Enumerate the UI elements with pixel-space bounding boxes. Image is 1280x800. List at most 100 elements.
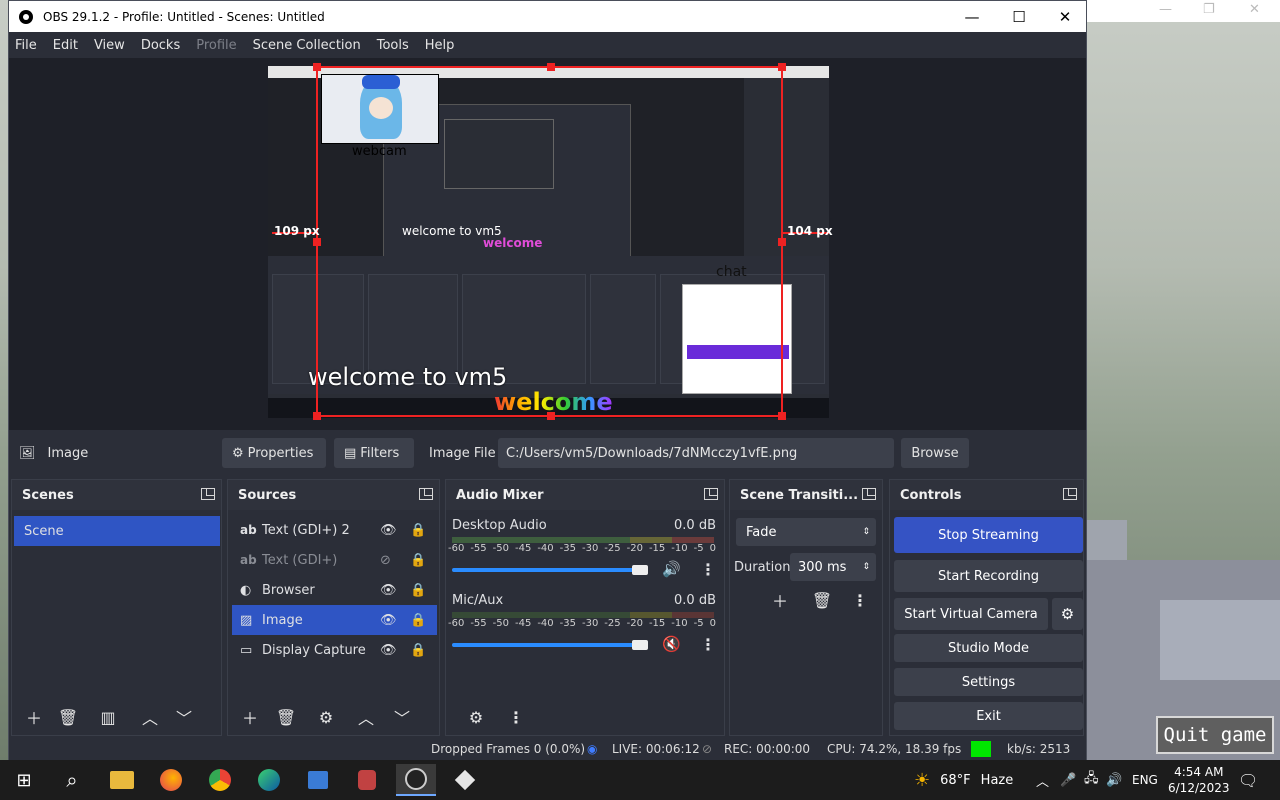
handle-right[interactable] [778,238,786,246]
scene-item[interactable]: Scene [14,516,220,546]
menu-docks[interactable]: Docks [141,38,180,53]
trash-icon[interactable]: 🗑 [272,704,300,730]
stop-streaming-button[interactable]: Stop Streaming [894,517,1083,553]
volume-slider-knob[interactable] [632,640,648,650]
float-icon[interactable] [419,488,433,500]
speaker-muted-icon[interactable]: 🔇 [662,635,681,653]
preview-area[interactable]: webcam chat welcome to vm5 welcome welco… [9,58,1086,430]
settings-button[interactable]: Settings [894,668,1083,696]
game-taskbar-icon[interactable] [445,764,485,796]
add-icon[interactable]: ＋ [766,587,794,613]
more-icon[interactable]: ⋮ [502,704,530,730]
gear-icon[interactable]: ⚙ [312,704,340,730]
firefox-icon[interactable] [151,764,191,796]
notification-icon[interactable]: 🗨 [1238,760,1258,800]
volume-slider[interactable] [452,568,644,572]
obs-taskbar-icon[interactable] [396,764,436,796]
menu-view[interactable]: View [94,38,125,53]
weather-widget[interactable]: ☀ 68°F Haze [914,760,1013,800]
float-icon[interactable] [704,488,718,500]
source-item[interactable]: ◐ Browser 👁 🔒 [228,575,439,605]
source-item-selected[interactable]: ▨ Image 👁 🔒 [232,605,437,635]
maximize-button[interactable]: ☐ [996,1,1042,32]
store-icon[interactable] [298,764,338,796]
move-down-icon[interactable]: ﹀ [170,704,198,730]
menu-file[interactable]: File [15,38,37,53]
transition-select[interactable]: Fade ⇕ [736,518,876,546]
browse-button[interactable]: Browse [901,438,969,468]
chrome-icon[interactable] [200,764,240,796]
volume-slider[interactable] [452,643,644,647]
game-restore-icon[interactable]: ❐ [1203,2,1215,17]
start-virtual-camera-button[interactable]: Start Virtual Camera [894,598,1048,630]
minimize-button[interactable]: — [949,1,995,32]
float-icon[interactable] [201,488,215,500]
trash-icon[interactable]: 🗑 [808,587,836,613]
eye-icon[interactable]: 👁 [380,643,397,658]
handle-bottom-left[interactable] [313,412,321,420]
clock[interactable]: 4:54 AM 6/12/2023 [1168,760,1230,800]
add-icon[interactable]: ＋ [20,704,48,730]
handle-bottom-right[interactable] [778,412,786,420]
handle-left[interactable] [313,238,321,246]
duration-stepper[interactable]: 300 ms ⇕ [790,553,876,581]
image-file-path[interactable]: C:/Users/vm5/Downloads/7dNMcczy1vfE.png [498,438,894,468]
handle-top-left[interactable] [313,63,321,71]
properties-button[interactable]: ⚙ Properties [222,438,326,468]
menu-profile[interactable]: Profile [196,38,236,53]
studio-mode-button[interactable]: Studio Mode [894,634,1083,662]
tray-chevron-icon[interactable]: ︿ [1036,760,1049,800]
exit-button[interactable]: Exit [894,702,1083,730]
move-down-icon[interactable]: ﹀ [388,704,416,730]
move-up-icon[interactable]: ︿ [352,704,380,730]
game-close-icon[interactable]: ✕ [1249,2,1260,17]
more-icon[interactable]: ⋮ [846,587,874,613]
close-button[interactable]: ✕ [1042,1,1088,32]
edge-icon[interactable] [249,764,289,796]
eye-icon[interactable]: 👁 [380,523,397,538]
lock-icon[interactable]: 🔒 [410,523,426,538]
menu-edit[interactable]: Edit [53,38,78,53]
menu-tools[interactable]: Tools [377,38,409,53]
trash-icon[interactable]: 🗑 [54,704,82,730]
filters-button[interactable]: ▤ Filters [334,438,414,468]
move-up-icon[interactable]: ︿ [136,704,164,730]
volume-icon[interactable]: 🔊 [1106,760,1122,800]
lock-icon[interactable]: 🔒 [410,583,426,598]
game-minimize-icon[interactable]: — [1159,2,1172,17]
microphone-icon[interactable]: 🎤 [1060,760,1076,800]
handle-top[interactable] [547,63,555,71]
handle-top-right[interactable] [778,63,786,71]
more-icon[interactable]: ⋮ [700,635,716,654]
source-item[interactable]: ▭ Display Capture 👁 🔒 [228,635,439,665]
source-item[interactable]: ab Text (GDI+) 2 👁 🔒 [228,515,439,545]
advanced-audio-gear-icon[interactable]: ⚙ [462,704,490,730]
lock-icon[interactable]: 🔒 [410,613,426,628]
float-icon[interactable] [862,488,876,500]
handle-bottom[interactable] [547,412,555,420]
add-icon[interactable]: ＋ [236,704,264,730]
filter-icon[interactable]: ▥ [94,704,122,730]
network-icon[interactable]: 🖧 [1084,760,1099,800]
speaker-icon[interactable]: 🔊 [662,560,681,578]
eye-icon[interactable]: 👁 [380,613,397,628]
language-indicator[interactable]: ENG [1132,760,1158,800]
file-explorer-icon[interactable] [102,764,142,796]
float-icon[interactable] [1063,488,1077,500]
volume-slider-knob[interactable] [632,565,648,575]
search-icon[interactable]: ⌕ [52,764,92,796]
lock-icon[interactable]: 🔒 [410,553,426,568]
menu-help[interactable]: Help [425,38,455,53]
start-recording-button[interactable]: Start Recording [894,560,1083,592]
eye-off-icon[interactable]: ⊘ [380,553,391,568]
eye-icon[interactable]: 👁 [380,583,397,598]
source-item[interactable]: ab Text (GDI+) ⊘ 🔒 [228,545,439,575]
lock-icon[interactable]: 🔒 [410,643,426,658]
windows-start-icon[interactable]: ⊞ [4,764,44,796]
menu-scene-collection[interactable]: Scene Collection [253,38,361,53]
more-icon[interactable]: ⋮ [700,560,716,579]
selection-box[interactable] [313,63,786,420]
quit-game-button[interactable]: Quit game [1156,716,1274,754]
paint-icon[interactable] [347,764,387,796]
virtual-camera-settings-gear-icon[interactable]: ⚙ [1052,598,1083,630]
